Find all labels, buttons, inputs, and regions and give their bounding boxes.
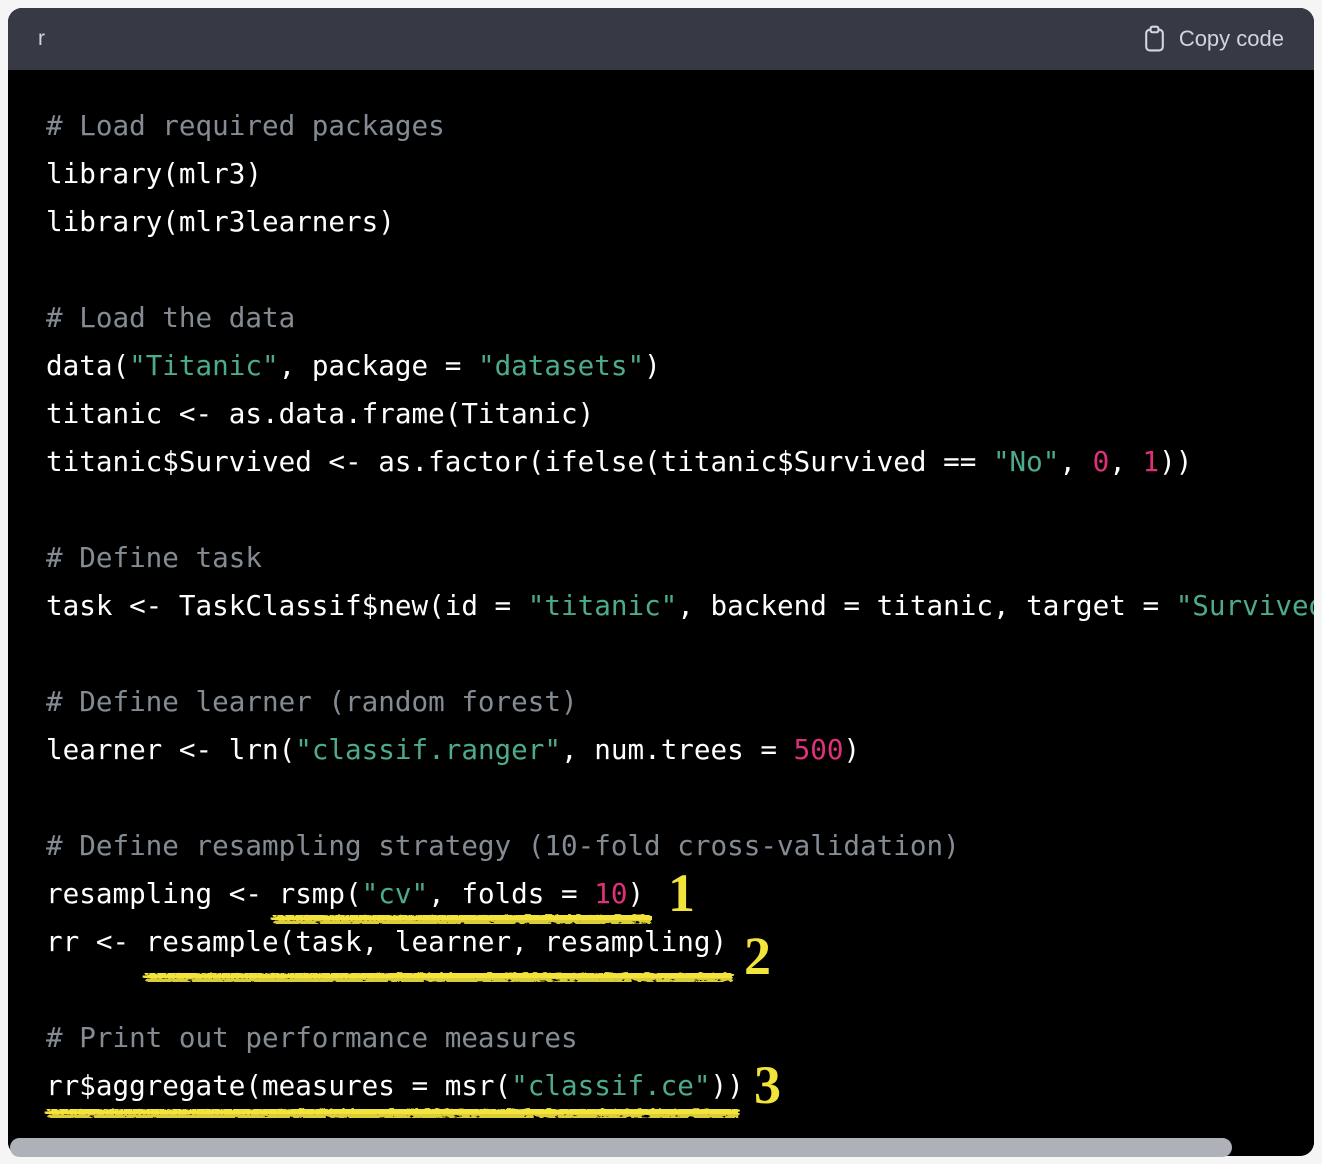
- code-line: # Define learner (random forest): [46, 678, 1314, 726]
- code-block: r Copy code # Load required packages libr…: [8, 8, 1314, 1156]
- code-line: titanic$Survived <- as.factor(ifelse(tit…: [46, 438, 1314, 486]
- code-line: library(mlr3): [46, 150, 1314, 198]
- code-token: rr <- resample(task, learner, resampling…: [46, 925, 727, 958]
- code-token: ,: [1059, 445, 1092, 478]
- code-token: # Load the data: [46, 301, 295, 334]
- code-token: , package =: [279, 349, 478, 382]
- code-header: r Copy code: [8, 8, 1314, 70]
- code-line: library(mlr3learners): [46, 198, 1314, 246]
- code-content: # Load required packages library(mlr3) lib…: [8, 70, 1314, 1110]
- clipboard-icon: [1142, 25, 1167, 53]
- code-line: [46, 774, 1314, 822]
- code-line: # Load required packages: [46, 102, 1314, 150]
- code-token: "No": [993, 445, 1059, 478]
- code-line: # Load the data: [46, 294, 1314, 342]
- code-token: titanic$Survived <- as.factor(ifelse(tit…: [46, 445, 993, 478]
- horizontal-scrollbar[interactable]: [10, 1138, 1232, 1157]
- code-token: # Print out performance measures: [46, 1021, 578, 1054]
- code-line: learner <- lrn("classif.ranger", num.tre…: [46, 726, 1314, 774]
- code-line: resampling <- rsmp("cv", folds = 10): [46, 870, 1314, 918]
- code-line: [46, 630, 1314, 678]
- code-line: titanic <- as.data.frame(Titanic): [46, 390, 1314, 438]
- code-token: ): [627, 877, 644, 910]
- code-area: # Load required packages library(mlr3) lib…: [8, 70, 1314, 1156]
- code-token: # Define learner (random forest): [46, 685, 578, 718]
- code-token: ): [644, 349, 661, 382]
- code-token: "cv": [362, 877, 428, 910]
- code-token: )): [711, 1069, 744, 1102]
- code-line: [46, 966, 1314, 1014]
- code-token: 500: [794, 733, 844, 766]
- code-token: learner <- lrn(: [46, 733, 295, 766]
- code-token: "titanic": [528, 589, 678, 622]
- code-token: 1: [1142, 445, 1159, 478]
- code-token: ,: [1109, 445, 1142, 478]
- code-token: "Titanic": [129, 349, 279, 382]
- code-line: rr <- resample(task, learner, resampling…: [46, 918, 1314, 966]
- code-line: rr$aggregate(measures = msr("classif.ce"…: [46, 1062, 1314, 1110]
- code-token: "classif.ce": [511, 1069, 710, 1102]
- code-token: # Define resampling strategy (10-fold cr…: [46, 829, 960, 862]
- code-line: # Define resampling strategy (10-fold cr…: [46, 822, 1314, 870]
- code-line: # Print out performance measures: [46, 1014, 1314, 1062]
- code-token: 10: [594, 877, 627, 910]
- code-token: library(mlr3learners): [46, 205, 395, 238]
- code-token: # Load required packages: [46, 109, 445, 142]
- code-token: "Survived": [1176, 589, 1314, 622]
- code-token: "datasets": [478, 349, 644, 382]
- code-token: titanic <- as.data.frame(Titanic): [46, 397, 594, 430]
- code-token: # Define task: [46, 541, 262, 574]
- code-token: , folds =: [428, 877, 594, 910]
- code-token: "classif.ranger": [295, 733, 561, 766]
- code-token: resampling <- rsmp(: [46, 877, 362, 910]
- code-line: [46, 486, 1314, 534]
- code-line: data("Titanic", package = "datasets"): [46, 342, 1314, 390]
- code-token: , num.trees =: [561, 733, 794, 766]
- copy-code-button[interactable]: Copy code: [1142, 25, 1284, 53]
- copy-code-label: Copy code: [1179, 26, 1284, 52]
- code-line: task <- TaskClassif$new(id = "titanic", …: [46, 582, 1314, 630]
- code-token: ): [843, 733, 860, 766]
- language-label: r: [38, 27, 45, 51]
- code-token: task <- TaskClassif$new(id =: [46, 589, 528, 622]
- code-line: # Define task: [46, 534, 1314, 582]
- code-token: library(mlr3): [46, 157, 262, 190]
- code-token: data(: [46, 349, 129, 382]
- code-token: )): [1159, 445, 1192, 478]
- code-token: rr$aggregate(measures = msr(: [46, 1069, 511, 1102]
- page-background: r Copy code # Load required packages libr…: [0, 0, 1322, 1164]
- code-token: 0: [1093, 445, 1110, 478]
- code-token: , backend = titanic, target =: [677, 589, 1175, 622]
- code-line: [46, 246, 1314, 294]
